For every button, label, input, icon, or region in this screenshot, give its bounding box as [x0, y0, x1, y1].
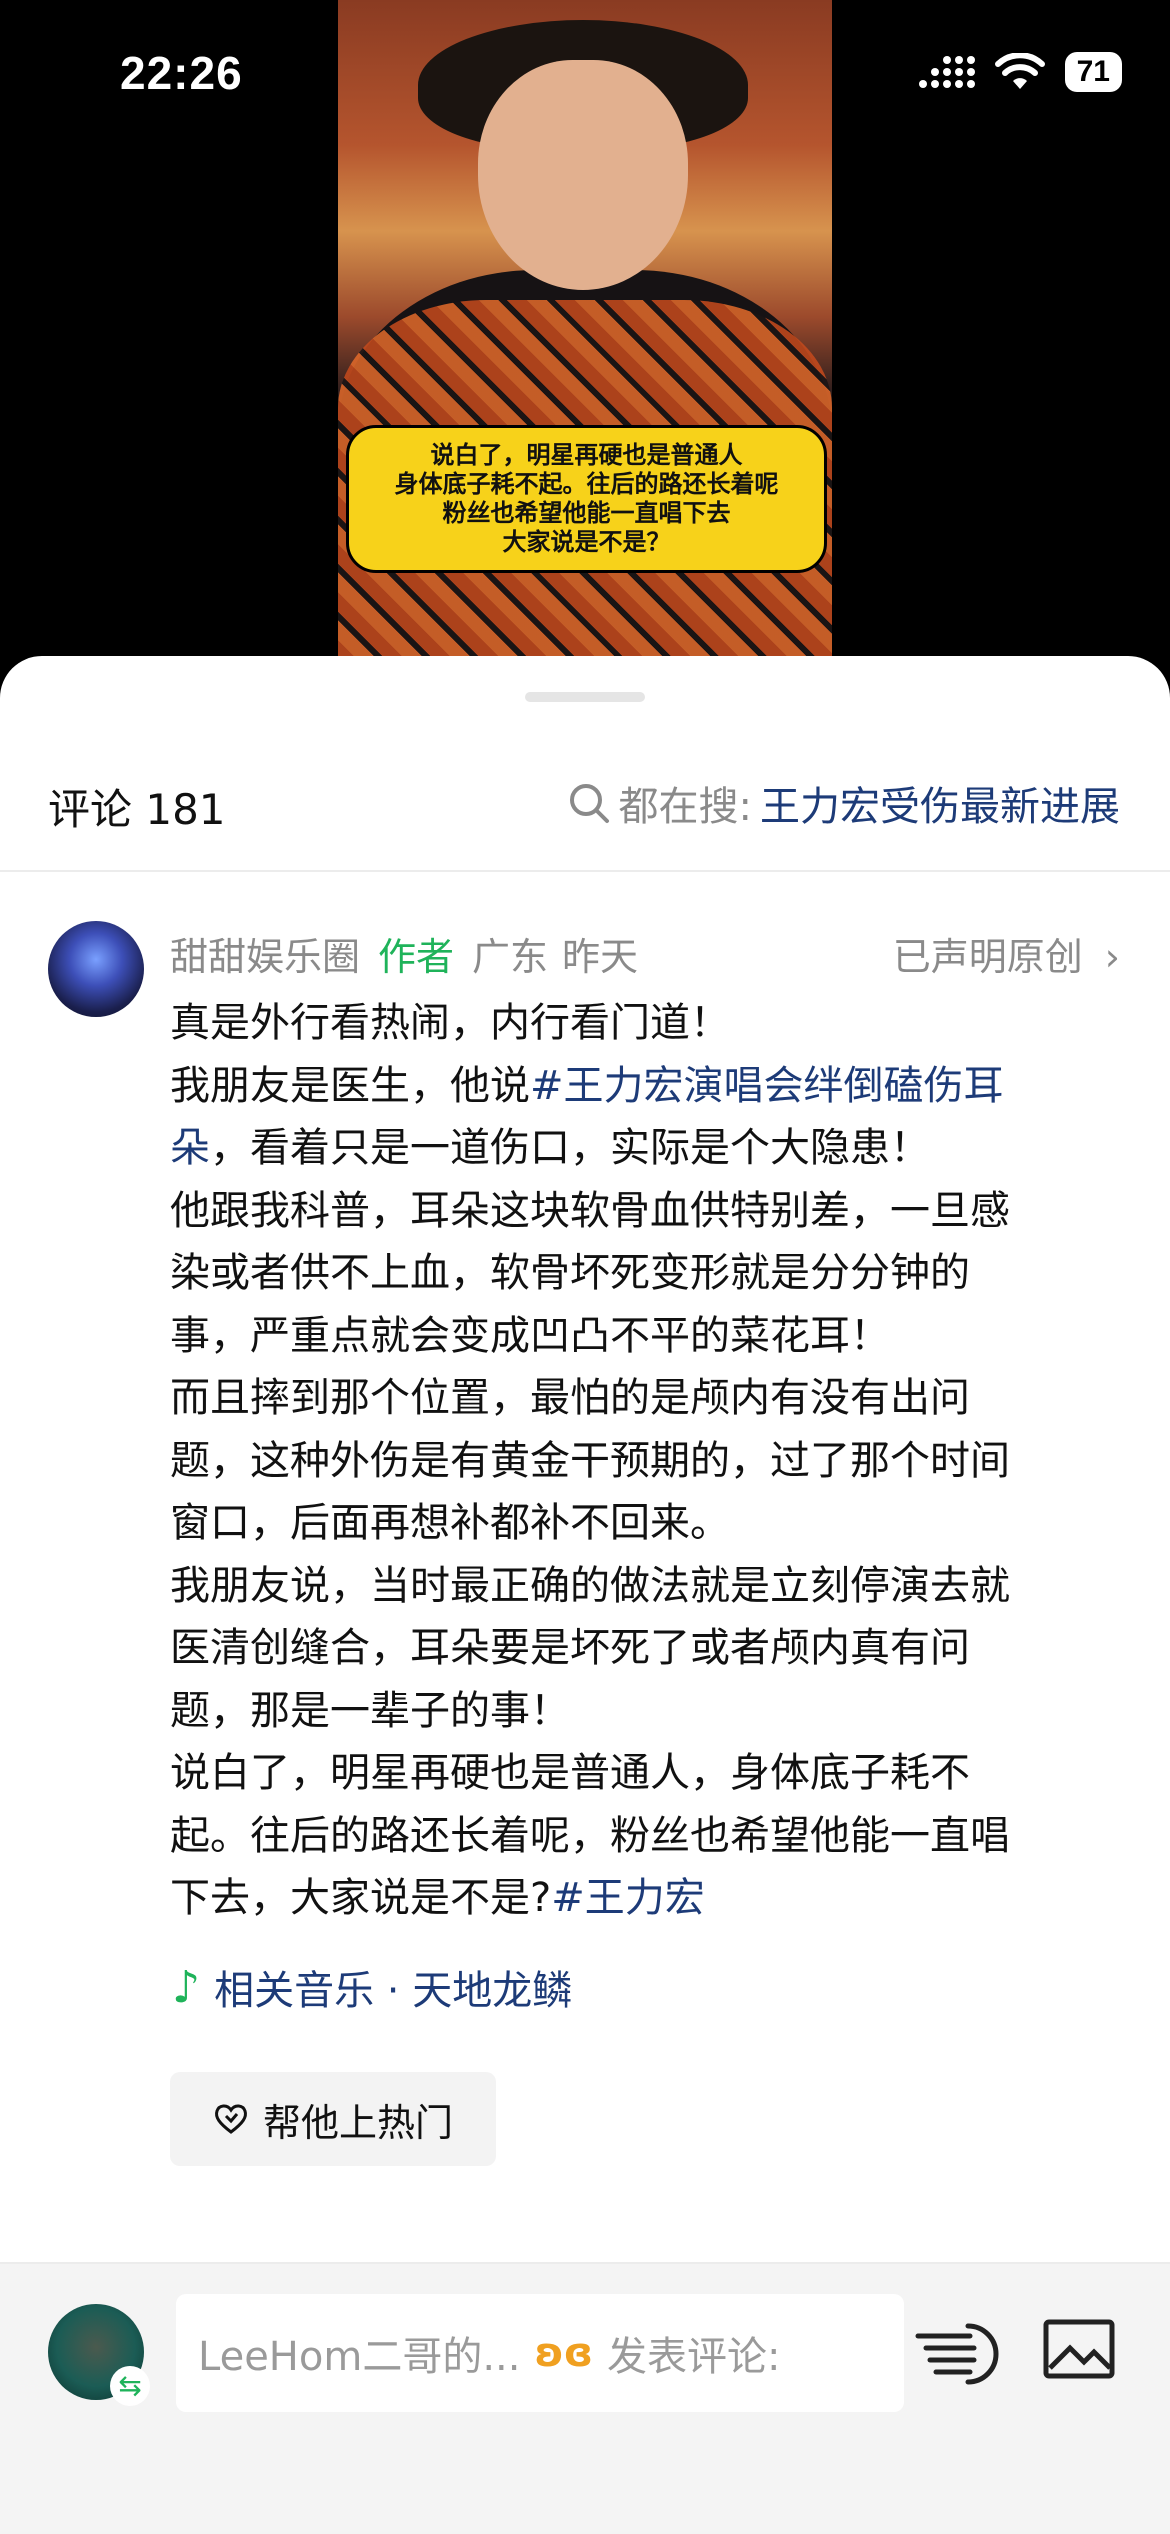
- search-prefix: 都在搜:: [618, 784, 752, 830]
- status-icons: 71: [917, 52, 1122, 92]
- author-badge: 作者: [378, 935, 455, 979]
- post-line: 我朋友说，当时最正确的做法就是立刻停演去就: [170, 1555, 1120, 1618]
- status-time: 22:26: [120, 47, 243, 99]
- post-line: 题，这种外伤是有黄金干预期的，过了那个时间: [170, 1430, 1120, 1493]
- post-line: 他跟我科普，耳朵这块软骨血供特别差，一旦感: [170, 1180, 1120, 1243]
- sheet-grabber[interactable]: [525, 692, 645, 702]
- post-line: 事，严重点就会变成凹凸不平的菜花耳！: [170, 1305, 1120, 1368]
- post-line: 下去，大家说是不是?#王力宏: [170, 1867, 1120, 1930]
- post-line: 医清创缝合，耳朵要是坏死了或者颅内真有问: [170, 1617, 1120, 1680]
- chevron-right-icon: ›: [1104, 935, 1120, 979]
- post-text: 题，这种外伤是有黄金干预期的，过了那个时间: [170, 1437, 1010, 1484]
- butterfly-icon: ʚɞ: [534, 2330, 593, 2376]
- search-term-link[interactable]: 王力宏受伤最新进展: [760, 774, 1120, 832]
- post-line: 真是外行看热闹，内行看门道！: [170, 992, 1120, 1055]
- swap-icon: ⇆: [110, 2366, 150, 2406]
- post-location: 广东: [472, 935, 549, 979]
- related-music[interactable]: ♪ 相关音乐 · 天地龙鳞: [172, 1958, 572, 2016]
- post-text: 事，严重点就会变成凹凸不平的菜花耳！: [170, 1312, 890, 1359]
- post-text: 起。往后的路还长着呢，粉丝也希望他能一直唱: [170, 1812, 1010, 1859]
- hashtag-link[interactable]: #王力宏: [551, 1875, 705, 1921]
- post-line: 朵，看着只是一道伤口，实际是个大隐患！: [170, 1117, 1120, 1180]
- comment-sheet: 评论 181 都在搜: 王力宏受伤最新进展 甜甜娱乐圈 作者 广东 昨天 已声明…: [0, 656, 1170, 2534]
- post-line: 窗口，后面再想补都补不回来。: [170, 1492, 1120, 1555]
- comments-header: 评论 181 都在搜: 王力宏受伤最新进展: [0, 752, 1170, 852]
- post-text: 染或者供不上血，软骨坏死变形就是分分钟的: [170, 1250, 970, 1296]
- post-text: 题，那是一辈子的事！: [170, 1687, 570, 1734]
- hashtag-link[interactable]: 朵: [170, 1125, 210, 1171]
- post-meta: 甜甜娱乐圈 作者 广东 昨天: [170, 926, 638, 981]
- post-line: 染或者供不上血，软骨坏死变形就是分分钟的: [170, 1242, 1120, 1305]
- battery-indicator: 71: [1064, 52, 1122, 92]
- post-text: 说白了，明星再硬也是普通人，身体底子耗不: [170, 1750, 970, 1796]
- hashtag-link[interactable]: #王力宏演唱会绊倒磕伤耳: [530, 1063, 1004, 1109]
- caption-line: 大家说是不是？: [502, 528, 671, 556]
- post-text: 我朋友是医生，他说: [170, 1062, 530, 1109]
- post-text: 他跟我科普，耳朵这块软骨血供特别差，一旦感: [170, 1187, 1010, 1234]
- original-declaration[interactable]: 已声明原创 ›: [893, 926, 1120, 981]
- comment-composer: ⇆ LeeHom二哥的... ʚɞ 发表评论:: [0, 2262, 1170, 2534]
- author-avatar[interactable]: [48, 921, 144, 1017]
- post-line: 而且摔到那个位置，最怕的是颅内有没有出问: [170, 1367, 1120, 1430]
- post-text: 下去，大家说是不是?: [170, 1875, 552, 1921]
- post-text: 窗口，后面再想补都补不回来。: [170, 1500, 730, 1546]
- signal-icon: [918, 56, 975, 88]
- comment-input[interactable]: LeeHom二哥的... ʚɞ 发表评论:: [176, 2294, 904, 2412]
- post-text: 而且摔到那个位置，最怕的是颅内有没有出问: [170, 1375, 970, 1421]
- heart-icon: [215, 2104, 247, 2134]
- voice-icon[interactable]: [912, 2318, 1012, 2388]
- trending-search[interactable]: 都在搜: 王力宏受伤最新进展: [567, 774, 1120, 832]
- caption-line: 说白了，明星再硬也是普通人: [430, 441, 743, 469]
- post-text: 医清创缝合，耳朵要是坏死了或者颅内真有问: [170, 1625, 970, 1671]
- post-line: 题，那是一辈子的事！: [170, 1680, 1120, 1743]
- input-placeholder: 发表评论:: [606, 2334, 781, 2380]
- post-line: 我朋友是医生，他说#王力宏演唱会绊倒磕伤耳: [170, 1055, 1120, 1118]
- caption-line: 粉丝也希望他能一直唱下去: [442, 499, 731, 527]
- wifi-icon: [994, 53, 1045, 89]
- post-text: 真是外行看热闹，内行看门道！: [170, 1000, 730, 1046]
- my-avatar[interactable]: ⇆: [48, 2304, 150, 2406]
- post-line: 起。往后的路还长着呢，粉丝也希望他能一直唱: [170, 1805, 1120, 1868]
- comment-count: 评论 181: [48, 785, 226, 834]
- post-line: 说白了，明星再硬也是普通人，身体底子耗不: [170, 1742, 1120, 1805]
- search-icon: [569, 784, 609, 823]
- divider: [0, 870, 1170, 872]
- post-time: 昨天: [562, 935, 639, 979]
- author-name[interactable]: 甜甜娱乐圈: [170, 926, 360, 981]
- boost-label: 帮他上热门: [262, 2100, 453, 2145]
- post-text: ，看着只是一道伤口，实际是个大隐患！: [210, 1125, 930, 1171]
- music-label: 相关音乐 · 天地龙鳞: [214, 1968, 573, 2014]
- input-user-hint: LeeHom二哥的...: [198, 2334, 521, 2380]
- image-icon[interactable]: [1042, 2318, 1116, 2380]
- video-thumbnail: 说白了，明星再硬也是普通人 身体底子耗不起。往后的路还长着呢 粉丝也希望他能一直…: [338, 0, 832, 670]
- post-body: 真是外行看热闹，内行看门道！ 我朋友是医生，他说#王力宏演唱会绊倒磕伤耳 朵，看着只…: [170, 992, 1120, 1930]
- post-text: 我朋友说，当时最正确的做法就是立刻停演去就: [170, 1562, 1010, 1609]
- video-caption: 说白了，明星再硬也是普通人 身体底子耗不起。往后的路还长着呢 粉丝也希望他能一直…: [346, 425, 827, 573]
- video-player[interactable]: 说白了，明星再硬也是普通人 身体底子耗不起。往后的路还长着呢 粉丝也希望他能一直…: [0, 0, 1170, 700]
- original-label: 已声明原创: [892, 935, 1083, 979]
- face-shape: [478, 60, 688, 290]
- music-note-icon: ♪: [172, 1961, 201, 2013]
- boost-button[interactable]: 帮他上热门: [170, 2072, 496, 2166]
- caption-line: 身体底子耗不起。往后的路还长着呢: [394, 470, 779, 498]
